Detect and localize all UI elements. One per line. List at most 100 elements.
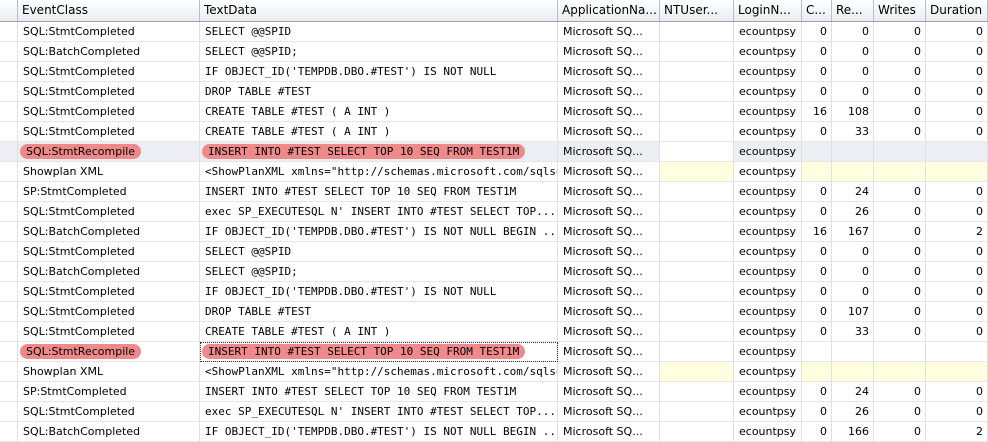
- row-selector: [0, 162, 18, 182]
- cpu-cell-text: 16: [813, 105, 827, 118]
- column-header-duration[interactable]: Duration: [926, 0, 988, 21]
- applicationname-cell: Microsoft SQ...: [558, 42, 660, 62]
- eventclass-cell: SQL:StmtCompleted: [18, 102, 200, 122]
- reads-cell: 108: [832, 102, 874, 122]
- table-row[interactable]: SQL:StmtCompleted SELECT @@SPID Microsoft …: [0, 242, 988, 262]
- table-row[interactable]: SQL:StmtCompleted IF OBJECT_ID('TEMPDB.DB…: [0, 62, 988, 82]
- table-row[interactable]: Showplan XML <ShowPlanXML xmlns="http://s…: [0, 162, 988, 182]
- textdata-cell: IF OBJECT_ID('TEMPDB.DBO.#TEST') IS NOT …: [200, 222, 558, 242]
- table-row[interactable]: SQL:StmtCompleted exec SP_EXECUTESQL N' I…: [0, 402, 988, 422]
- applicationname-cell-text: Microsoft SQ...: [563, 45, 643, 58]
- column-header-ntusername[interactable]: NTUser...: [660, 0, 734, 21]
- duration-cell-text: 0: [976, 265, 983, 278]
- applicationname-cell: Microsoft SQ...: [558, 382, 660, 402]
- duration-cell: 0: [926, 382, 988, 402]
- duration-cell: 0: [926, 102, 988, 122]
- reads-cell: 0: [832, 42, 874, 62]
- ntusername-cell: [660, 62, 734, 82]
- table-row[interactable]: SQL:StmtCompleted CREATE TABLE #TEST ( A …: [0, 102, 988, 122]
- writes-cell-text: 0: [914, 125, 921, 138]
- applicationname-cell-text: Microsoft SQ...: [563, 265, 643, 278]
- duration-cell-text: 0: [976, 305, 983, 318]
- table-row[interactable]: SP:StmtCompleted INSERT INTO #TEST SELECT…: [0, 382, 988, 402]
- cpu-cell: [802, 362, 832, 382]
- trace-grid[interactable]: EventClass TextData ApplicationNa... NTU…: [0, 0, 988, 442]
- table-row[interactable]: SQL:BatchCompleted SELECT @@SPID; Microsof…: [0, 262, 988, 282]
- reads-cell: 0: [832, 282, 874, 302]
- eventclass-cell: SQL:StmtRecompile: [18, 142, 200, 162]
- column-header-applicationname[interactable]: ApplicationNa...: [558, 0, 660, 21]
- eventclass-cell-text: SQL:StmtCompleted: [23, 85, 135, 98]
- duration-cell: [926, 142, 988, 162]
- applicationname-cell: Microsoft SQ...: [558, 262, 660, 282]
- cpu-cell-text: 0: [820, 385, 827, 398]
- reads-cell: 33: [832, 322, 874, 342]
- writes-cell-text: 0: [914, 205, 921, 218]
- column-header-eventclass[interactable]: EventClass: [18, 0, 200, 21]
- reads-cell: 26: [832, 402, 874, 422]
- duration-cell-text: 0: [976, 85, 983, 98]
- table-row[interactable]: SQL:StmtCompleted CREATE TABLE #TEST ( A …: [0, 322, 988, 342]
- cpu-cell: 0: [802, 202, 832, 222]
- row-selector: [0, 262, 18, 282]
- ntusername-cell: [660, 282, 734, 302]
- applicationname-cell-text: Microsoft SQ...: [563, 325, 643, 338]
- ntusername-cell: [660, 382, 734, 402]
- loginname-cell: ecountpsy: [734, 62, 802, 82]
- grid-body: SQL:StmtCompleted SELECT @@SPID Microsoft …: [0, 22, 988, 442]
- table-row[interactable]: SQL:StmtCompleted CREATE TABLE #TEST ( A …: [0, 122, 988, 142]
- loginname-cell-text: ecountpsy: [739, 425, 797, 438]
- cpu-cell: [802, 162, 832, 182]
- cpu-cell-text: 0: [820, 45, 827, 58]
- table-row[interactable]: Showplan XML <ShowPlanXML xmlns="http://s…: [0, 362, 988, 382]
- reads-cell-text: 26: [855, 205, 869, 218]
- eventclass-cell-text: SP:StmtCompleted: [23, 385, 127, 398]
- table-row[interactable]: SQL:BatchCompleted IF OBJECT_ID('TEMPDB.D…: [0, 422, 988, 442]
- loginname-cell: ecountpsy: [734, 302, 802, 322]
- table-row[interactable]: SP:StmtCompleted INSERT INTO #TEST SELECT…: [0, 182, 988, 202]
- table-row[interactable]: SQL:StmtRecompile INSERT INTO #TEST SELEC…: [0, 342, 988, 362]
- column-header-cpu[interactable]: C...: [802, 0, 832, 21]
- applicationname-cell: Microsoft SQ...: [558, 402, 660, 422]
- duration-cell: 0: [926, 42, 988, 62]
- eventclass-cell: SP:StmtCompleted: [18, 182, 200, 202]
- eventclass-cell-text: SQL:BatchCompleted: [23, 265, 141, 278]
- table-row[interactable]: SQL:StmtRecompile INSERT INTO #TEST SELEC…: [0, 142, 988, 162]
- eventclass-cell-text: SQL:StmtCompleted: [23, 285, 135, 298]
- reads-cell-text: 0: [862, 85, 869, 98]
- column-header-loginname[interactable]: LoginN...: [734, 0, 802, 21]
- cpu-cell-text: 0: [820, 425, 827, 438]
- row-selector: [0, 22, 18, 42]
- reads-cell: [832, 142, 874, 162]
- duration-cell-text: 0: [976, 205, 983, 218]
- table-row[interactable]: SQL:StmtCompleted IF OBJECT_ID('TEMPDB.DB…: [0, 282, 988, 302]
- cpu-cell-text: 0: [820, 265, 827, 278]
- duration-cell: 0: [926, 82, 988, 102]
- loginname-cell-text: ecountpsy: [739, 165, 797, 178]
- loginname-cell: ecountpsy: [734, 42, 802, 62]
- reads-cell: 107: [832, 302, 874, 322]
- loginname-cell: ecountpsy: [734, 342, 802, 362]
- eventclass-cell-text: SQL:BatchCompleted: [23, 225, 141, 238]
- eventclass-cell: SQL:StmtCompleted: [18, 282, 200, 302]
- table-row[interactable]: SQL:StmtCompleted DROP TABLE #TEST Microso…: [0, 302, 988, 322]
- row-selector: [0, 82, 18, 102]
- column-header-reads[interactable]: Re...: [832, 0, 874, 21]
- eventclass-cell: SQL:BatchCompleted: [18, 42, 200, 62]
- table-row[interactable]: SQL:BatchCompleted SELECT @@SPID; Microsof…: [0, 42, 988, 62]
- textdata-cell-text: CREATE TABLE #TEST ( A INT ): [205, 125, 391, 138]
- row-selector-header[interactable]: [0, 0, 18, 21]
- column-header-writes[interactable]: Writes: [874, 0, 926, 21]
- column-header-textdata[interactable]: TextData: [200, 0, 558, 21]
- table-row[interactable]: SQL:StmtCompleted SELECT @@SPID Microsoft …: [0, 22, 988, 42]
- reads-cell-text: 0: [862, 285, 869, 298]
- table-row[interactable]: SQL:BatchCompleted IF OBJECT_ID('TEMPDB.D…: [0, 222, 988, 242]
- table-row[interactable]: SQL:StmtCompleted DROP TABLE #TEST Microso…: [0, 82, 988, 102]
- applicationname-cell: Microsoft SQ...: [558, 182, 660, 202]
- cpu-cell: 0: [802, 322, 832, 342]
- writes-cell: 0: [874, 82, 926, 102]
- cpu-cell: 0: [802, 282, 832, 302]
- writes-cell-text: 0: [914, 425, 921, 438]
- table-row[interactable]: SQL:StmtCompleted exec SP_EXECUTESQL N' I…: [0, 202, 988, 222]
- reads-cell: [832, 362, 874, 382]
